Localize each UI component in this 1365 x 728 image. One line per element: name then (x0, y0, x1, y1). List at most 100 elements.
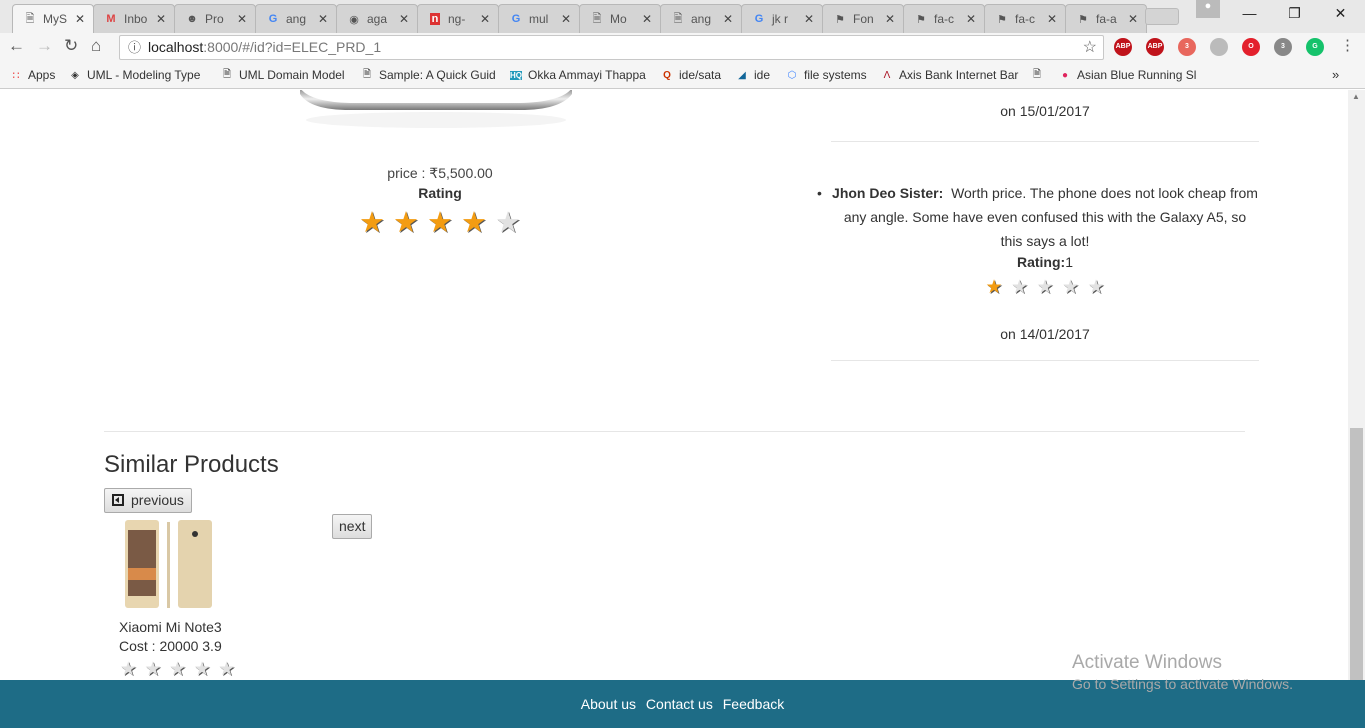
bookmark-item[interactable]: 🗎 (1030, 68, 1049, 82)
close-tab-icon[interactable]: ✕ (156, 12, 166, 26)
bookmark-item[interactable]: Qide/sata (660, 68, 721, 82)
bookmark-item[interactable]: ◈ UML - Modeling Type (68, 68, 200, 82)
browser-tab[interactable]: Gjk r ✕ (741, 4, 823, 33)
star-filled-icon: ★ (461, 207, 487, 239)
footer-link-feedback[interactable]: Feedback (723, 696, 784, 712)
extension-icon[interactable]: O (1242, 38, 1260, 56)
extension-icon[interactable]: ABP (1114, 38, 1132, 56)
star-filled-icon: ★ (359, 207, 385, 239)
browser-tab[interactable]: 🗎 ang ✕ (660, 4, 742, 33)
browser-tab[interactable]: ⚑ fa-c ✕ (903, 4, 985, 33)
tab-strip: 🗎 MyS ✕ M Inbo ✕ ☻ Pro ✕ Gang ✕ ◉ aga ✕ n ng- ✕ Gmul ✕ 🗎 Mo ✕… (0, 0, 1365, 33)
bookmark-star-icon[interactable]: ☆ (1083, 36, 1097, 59)
watermark-subtitle: Go to Settings to activate Windows. (1072, 676, 1293, 692)
bookmark-item[interactable]: 🗎 UML Domain Model (220, 68, 345, 82)
review-rating-label: Rating: (1016, 254, 1066, 270)
scroll-up-icon[interactable]: ▲ (1352, 92, 1360, 101)
url-host: localhost (148, 39, 204, 55)
vertical-scrollbar[interactable]: ▲ (1348, 90, 1365, 680)
close-tab-icon[interactable]: ✕ (318, 12, 328, 26)
bookmark-icon: ⬡ (787, 69, 797, 81)
similar-product-image (125, 520, 212, 608)
browser-tab[interactable]: Gmul ✕ (498, 4, 580, 33)
flag-icon: ⚑ (916, 13, 926, 26)
footer-link-contact[interactable]: Contact us (646, 696, 713, 712)
star-empty-icon: ★ (119, 659, 137, 680)
github-icon: ◉ (349, 13, 359, 26)
browser-tab[interactable]: n ng- ✕ (417, 4, 499, 33)
home-icon[interactable]: ⌂ (91, 36, 101, 56)
review-rating-value: 1 (1065, 254, 1073, 270)
close-tab-icon[interactable]: ✕ (723, 12, 733, 26)
bookmark-item[interactable]: ⬡ file systems (785, 68, 867, 82)
previous-label: previous (131, 492, 184, 508)
bookmark-item[interactable]: 🗎 Sample: A Quick Guid (360, 68, 496, 82)
watermark-title: Activate Windows (1072, 652, 1222, 673)
extension-icon[interactable]: 3 (1274, 38, 1292, 56)
bookmark-item[interactable]: ◢ ide (735, 68, 770, 82)
close-tab-icon[interactable]: ✕ (642, 12, 652, 26)
caret-left-square-icon (112, 494, 124, 506)
browser-tab[interactable]: ⚑ Fon ✕ (822, 4, 904, 33)
bookmark-item[interactable]: ● Asian Blue Running Sl (1058, 68, 1196, 82)
browser-tab[interactable]: ⚑ fa-a ✕ (1065, 4, 1147, 33)
extension-icon[interactable]: 3 (1178, 38, 1196, 56)
bookmark-icon: ● (1061, 69, 1069, 81)
bookmark-item[interactable]: HQ Okka Ammayi Thappa (509, 68, 646, 82)
tab-title: ang (286, 12, 307, 26)
address-bar[interactable]: ⓘ localhost:8000/#/id?id=ELEC_PRD_1 ☆ (119, 35, 1104, 60)
extension-icon[interactable] (1210, 38, 1228, 56)
browser-tab[interactable]: Gang ✕ (255, 4, 337, 33)
browser-tab[interactable]: ⚑ fa-c ✕ (984, 4, 1066, 33)
extension-icon[interactable]: ABP (1146, 38, 1164, 56)
avatar-icon: ☻ (186, 13, 198, 25)
similar-product-name[interactable]: Xiaomi Mi Note3 (119, 619, 239, 635)
close-tab-icon[interactable]: ✕ (75, 12, 85, 26)
bookmark-item[interactable]: ∷ Apps (9, 68, 56, 82)
close-tab-icon[interactable]: ✕ (237, 12, 247, 26)
close-tab-icon[interactable]: ✕ (399, 12, 409, 26)
close-tab-icon[interactable]: ✕ (480, 12, 490, 26)
previous-button[interactable]: previous (104, 488, 192, 513)
extension-icon[interactable]: G (1306, 38, 1324, 56)
scrollbar-thumb[interactable] (1350, 428, 1363, 680)
footer-link-about[interactable]: About us (581, 696, 636, 712)
reload-icon[interactable]: ↻ (64, 36, 78, 56)
close-tab-icon[interactable]: ✕ (1128, 12, 1138, 26)
review-date: on 14/01/2017 (1000, 326, 1090, 342)
close-tab-icon[interactable]: ✕ (804, 12, 814, 26)
page-content: price : ₹5,500.00 Rating ★ ★ ★ ★ ★ on 15/01/… (0, 90, 1348, 680)
divider (831, 360, 1259, 361)
close-tab-icon[interactable]: ✕ (966, 12, 976, 26)
browser-tab[interactable]: 🗎 Mo ✕ (579, 4, 661, 33)
browser-tab[interactable]: M Inbo ✕ (93, 4, 175, 33)
close-window-button[interactable]: ✕ (1318, 0, 1363, 26)
bookmark-label: Asian Blue Running Sl (1077, 68, 1197, 82)
new-tab-button[interactable] (1145, 8, 1179, 25)
tab-title: ang (691, 12, 712, 26)
restore-button[interactable]: ❐ (1272, 0, 1317, 26)
back-icon[interactable]: ← (8, 36, 25, 56)
forward-icon[interactable]: → (36, 36, 53, 56)
bookmark-label: UML - Modeling Type (87, 68, 201, 82)
browser-tab[interactable]: ◉ aga ✕ (336, 4, 418, 33)
tab-title: jk r (772, 12, 788, 26)
tab-title: Inbo (124, 12, 148, 26)
profile-icon[interactable]: ● (1196, 0, 1220, 18)
close-tab-icon[interactable]: ✕ (1047, 12, 1057, 26)
minimize-button[interactable]: — (1227, 0, 1272, 26)
browser-tab[interactable]: 🗎 MyS ✕ (12, 4, 94, 33)
star-filled-icon: ★ (985, 277, 1003, 298)
close-tab-icon[interactable]: ✕ (885, 12, 895, 26)
bookmark-label: Apps (28, 68, 56, 82)
bookmark-item[interactable]: Λ Axis Bank Internet Bar (880, 68, 1019, 82)
section-divider (104, 431, 1245, 432)
url-path: :8000/#/id?id=ELEC_PRD_1 (203, 39, 382, 55)
menu-icon[interactable]: ⋮ (1340, 36, 1355, 54)
next-button[interactable]: next (332, 514, 373, 539)
browser-tab[interactable]: ☻ Pro ✕ (174, 4, 256, 33)
close-tab-icon[interactable]: ✕ (561, 12, 571, 26)
info-icon[interactable]: ⓘ (128, 36, 141, 59)
similar-product-card[interactable]: Xiaomi Mi Note3 Cost : 20000 3.9 ★ ★ ★ ★ ★ (119, 520, 239, 680)
more-bookmarks[interactable]: » (1332, 67, 1339, 82)
